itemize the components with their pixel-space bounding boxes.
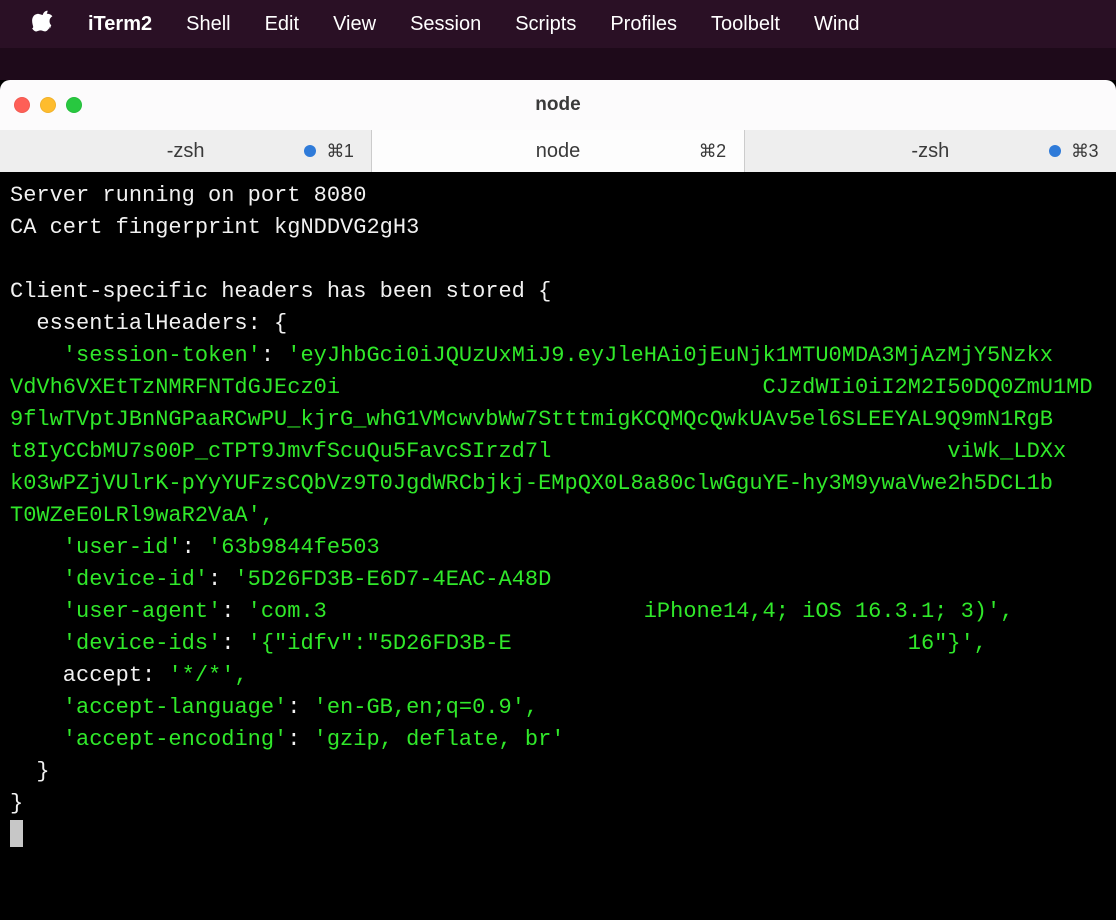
macos-menubar: iTerm2 Shell Edit View Session Scripts P…	[0, 0, 1116, 48]
window-title: node	[0, 94, 1116, 116]
window-titlebar: node	[0, 80, 1116, 130]
close-button[interactable]	[14, 97, 30, 113]
menu-view[interactable]: View	[333, 13, 376, 36]
traffic-lights	[14, 97, 82, 113]
activity-dot-icon	[1049, 145, 1061, 157]
tab-3[interactable]: -zsh ⌘3	[745, 130, 1116, 172]
tab-3-shortcut: ⌘3	[1071, 141, 1098, 162]
apple-logo-icon[interactable]	[32, 8, 54, 40]
activity-dot-icon	[304, 145, 316, 157]
tab-1-shortcut: ⌘1	[326, 141, 353, 162]
tab-1-label: -zsh	[167, 140, 205, 163]
terminal-window: node -zsh ⌘1 node ⌘2 -zsh ⌘3 Server runn…	[0, 80, 1116, 862]
minimize-button[interactable]	[40, 97, 56, 113]
menu-profiles[interactable]: Profiles	[610, 13, 677, 36]
menu-edit[interactable]: Edit	[265, 13, 299, 36]
terminal-output[interactable]: Server running on port 8080 CA cert fing…	[0, 172, 1116, 862]
zoom-button[interactable]	[66, 97, 82, 113]
tab-1[interactable]: -zsh ⌘1	[0, 130, 372, 172]
menubar-app-name[interactable]: iTerm2	[88, 13, 152, 36]
menu-session[interactable]: Session	[410, 13, 481, 36]
tab-2-label: node	[536, 140, 581, 163]
menu-window[interactable]: Wind	[814, 13, 860, 36]
cursor-icon	[10, 820, 23, 847]
tab-3-label: -zsh	[911, 140, 949, 163]
menu-toolbelt[interactable]: Toolbelt	[711, 13, 780, 36]
menu-scripts[interactable]: Scripts	[515, 13, 576, 36]
tab-2[interactable]: node ⌘2	[372, 130, 744, 172]
menu-shell[interactable]: Shell	[186, 13, 230, 36]
tab-2-shortcut: ⌘2	[699, 141, 726, 162]
tab-row: -zsh ⌘1 node ⌘2 -zsh ⌘3	[0, 130, 1116, 172]
